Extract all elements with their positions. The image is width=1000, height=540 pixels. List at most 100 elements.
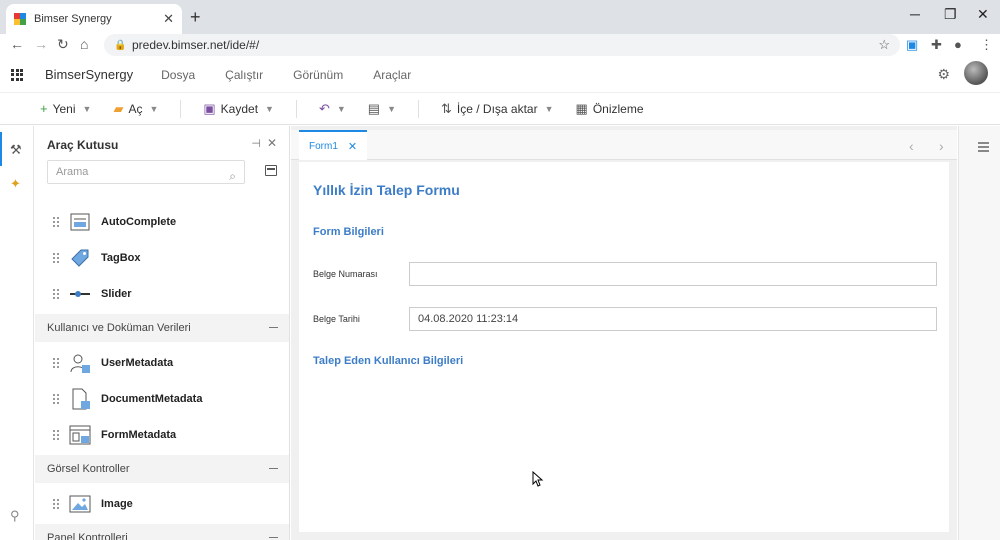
app-header: BimserSynergy Dosya Çalıştır Görünüm Ara…	[0, 57, 1000, 93]
avatar[interactable]	[964, 61, 988, 85]
toolbox-item-usermetadata[interactable]: UserMetadata	[35, 345, 289, 381]
group-label: Görsel Kontroller	[47, 463, 130, 475]
drag-handle-icon[interactable]	[53, 499, 59, 509]
open-label: Aç	[128, 101, 143, 116]
gear-icon[interactable]: ⚙	[937, 66, 950, 83]
document-tabs: Form1 ✕ ‹ ›	[291, 130, 957, 160]
toolbox-tools-icon[interactable]: ⚒	[10, 142, 22, 158]
toolbox-item-autocomplete[interactable]: AutoComplete	[35, 204, 289, 240]
section-form-info[interactable]: Form Bilgileri	[313, 226, 384, 238]
close-icon[interactable]: ✕	[348, 140, 357, 153]
drag-handle-icon[interactable]	[53, 217, 59, 227]
toolbox-item-slider[interactable]: Slider	[35, 276, 289, 312]
main-menu: Dosya Çalıştır Görünüm Araçlar	[161, 68, 411, 82]
collapse-group-icon[interactable]	[269, 327, 278, 328]
pin-icon[interactable]: ⊣	[251, 137, 261, 150]
item-label: TagBox	[101, 252, 141, 264]
bulb-icon[interactable]: ✦	[10, 176, 21, 192]
toolbox-item-documentmetadata[interactable]: DocumentMetadata	[35, 381, 289, 417]
collapse-group-icon[interactable]	[269, 468, 278, 469]
group-panel-controls[interactable]: Panel Kontrolleri	[35, 524, 289, 540]
close-tab-icon[interactable]: ✕	[163, 11, 174, 27]
folder-icon: ▰	[113, 100, 124, 116]
slider-icon	[69, 283, 91, 305]
group-visual-controls[interactable]: Görsel Kontroller	[35, 455, 289, 483]
drag-handle-icon[interactable]	[53, 289, 59, 299]
drag-handle-icon[interactable]	[53, 430, 59, 440]
chevron-right-icon[interactable]: ›	[939, 138, 944, 154]
doc-number-input[interactable]	[409, 262, 937, 286]
toolbox-title: Araç Kutusu	[47, 138, 119, 152]
more-menu-icon[interactable]: ⋮	[980, 37, 993, 53]
section-requester-info[interactable]: Talep Eden Kullanıcı Bilgileri	[313, 355, 463, 367]
toolbox-search-input[interactable]: Arama ⌕	[47, 160, 245, 184]
form-designer: Form1 ✕ ‹ › Yıllık İzin Talep Formu Form…	[291, 126, 957, 540]
toolbar-divider	[418, 99, 419, 118]
restore-button[interactable]: ❐	[944, 6, 957, 23]
properties-list-icon[interactable]	[978, 142, 989, 153]
chevron-down-icon: ▼	[387, 103, 396, 114]
import-export-label: İçe / Dışa aktar	[456, 101, 538, 116]
user-icon	[69, 352, 91, 374]
url-text: predev.bimser.net/ide/#/	[132, 38, 260, 52]
label-doc-date[interactable]: Belge Tarihi	[313, 314, 360, 324]
chevron-down-icon: ▼	[265, 103, 274, 114]
menu-dosya[interactable]: Dosya	[161, 68, 195, 82]
undo-button[interactable]: ↶ ▼	[319, 101, 346, 117]
bimser-favicon-icon	[14, 13, 26, 25]
preview-icon: ▦	[575, 100, 588, 116]
label-doc-number[interactable]: Belge Numarası	[313, 269, 378, 279]
drag-handle-icon[interactable]	[53, 358, 59, 368]
preview-button[interactable]: ▦ Önizleme	[576, 101, 644, 117]
menu-calistir[interactable]: Çalıştır	[225, 68, 263, 82]
form-title[interactable]: Yıllık İzin Talep Formu	[313, 182, 460, 198]
item-label: Image	[101, 498, 133, 510]
new-button[interactable]: + Yeni ▼	[40, 101, 91, 116]
toolbox-item-tagbox[interactable]: TagBox	[35, 240, 289, 276]
close-icon[interactable]: ✕	[267, 136, 277, 150]
tab-form1[interactable]: Form1 ✕	[299, 130, 367, 160]
item-label: UserMetadata	[101, 357, 174, 369]
collapse-all-icon[interactable]	[265, 165, 277, 176]
doc-date-input[interactable]: 04.08.2020 11:23:14	[409, 307, 937, 331]
clipboard-button[interactable]: ▤ ▼	[368, 101, 396, 117]
chevron-left-icon[interactable]: ‹	[909, 138, 914, 154]
toolbar: + Yeni ▼ ▰ Aç ▼ ▣ Kaydet ▼ ↶ ▼ ▤ ▼ ⇅ İçe…	[0, 93, 1000, 125]
browser-tab-title: Bimser Synergy	[34, 13, 112, 25]
forward-arrow-icon[interactable]: →	[34, 36, 48, 52]
item-label: DocumentMetadata	[101, 393, 203, 405]
rail-active-indicator	[0, 132, 2, 166]
new-tab-button[interactable]: +	[190, 7, 201, 28]
image-icon	[69, 493, 91, 515]
hierarchy-icon[interactable]: ⚲	[10, 508, 20, 524]
toolbox-item-image[interactable]: Image	[35, 486, 289, 522]
drag-handle-icon[interactable]	[53, 253, 59, 263]
window-close-button[interactable]: ✕	[977, 6, 989, 23]
home-icon[interactable]: ⌂	[80, 36, 88, 52]
menu-araclar[interactable]: Araçlar	[373, 68, 411, 82]
browser-tab[interactable]: Bimser Synergy ✕	[6, 4, 182, 34]
menu-gorunum[interactable]: Görünüm	[293, 68, 343, 82]
plus-icon: +	[40, 101, 48, 116]
right-rail	[958, 126, 1000, 540]
group-user-doc-data[interactable]: Kullanıcı ve Doküman Verileri	[35, 314, 289, 342]
form-canvas[interactable]: Yıllık İzin Talep Formu Form Bilgileri B…	[299, 162, 949, 532]
form-icon	[69, 424, 91, 446]
collapse-group-icon[interactable]	[269, 537, 278, 538]
minimize-button[interactable]: ─	[910, 6, 920, 22]
extensions-icon[interactable]: ✚	[931, 37, 942, 53]
app-launcher-icon[interactable]	[11, 68, 23, 81]
profile-icon[interactable]: ●	[954, 37, 962, 52]
bookmark-star-icon[interactable]: ☆	[878, 37, 890, 53]
drag-handle-icon[interactable]	[53, 394, 59, 404]
open-button[interactable]: ▰ Aç ▼	[113, 101, 158, 117]
reload-icon[interactable]: ↻	[57, 36, 69, 53]
translate-icon[interactable]: ▣	[906, 37, 918, 53]
back-arrow-icon[interactable]: ←	[10, 36, 24, 52]
url-omnibox[interactable]: 🔒 predev.bimser.net/ide/#/ ☆	[104, 34, 900, 56]
save-label: Kaydet	[220, 101, 259, 116]
lock-icon: 🔒	[114, 40, 127, 51]
toolbox-item-formmetadata[interactable]: FormMetadata	[35, 417, 289, 453]
import-export-button[interactable]: ⇅ İçe / Dışa aktar ▼	[441, 101, 554, 117]
save-button[interactable]: ▣ Kaydet ▼	[203, 101, 274, 117]
